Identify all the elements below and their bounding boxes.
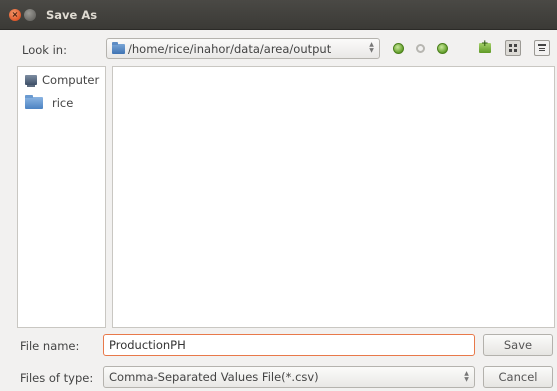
new-folder-button[interactable]: [476, 39, 494, 57]
sidebar-item-label: rice: [52, 96, 74, 110]
folder-icon: [112, 41, 125, 54]
close-icon: ×: [11, 10, 19, 19]
look-in-label: Look in:: [22, 43, 67, 57]
file-list-view[interactable]: [112, 66, 555, 328]
sidebar-item-rice[interactable]: rice: [25, 95, 74, 110]
parent-directory-icon: [436, 42, 448, 54]
places-sidebar: Computer rice: [17, 66, 106, 328]
new-folder-icon: [479, 39, 491, 53]
files-of-type-label: Files of type:: [20, 371, 94, 385]
forward-button[interactable]: [411, 39, 429, 57]
parent-directory-button[interactable]: [433, 39, 451, 57]
sidebar-item-computer[interactable]: Computer: [25, 73, 99, 87]
sidebar-item-label: Computer: [42, 73, 100, 87]
computer-icon: [25, 75, 37, 87]
back-icon: [392, 42, 404, 54]
detail-view-icon: [534, 40, 550, 56]
list-view-icon: [505, 40, 521, 56]
minimize-window-button[interactable]: [24, 9, 36, 21]
close-window-button[interactable]: ×: [9, 9, 21, 21]
cancel-button[interactable]: Cancel: [483, 366, 553, 388]
files-of-type-value: Comma-Separated Values File(*.csv): [109, 370, 319, 384]
file-name-input[interactable]: [103, 334, 475, 356]
file-name-label: File name:: [20, 339, 80, 353]
forward-icon: [415, 43, 425, 53]
window-title: Save As: [46, 8, 98, 22]
combobox-arrows-icon: ▲ ▼: [464, 370, 469, 383]
back-button[interactable]: [389, 39, 407, 57]
list-view-button[interactable]: [504, 39, 522, 57]
save-button[interactable]: Save: [483, 334, 553, 356]
combobox-arrows-icon: ▲ ▼: [369, 41, 374, 54]
look-in-combobox[interactable]: /home/rice/inahor/data/area/output ▲ ▼: [106, 38, 380, 59]
current-path: /home/rice/inahor/data/area/output: [128, 41, 332, 56]
home-folder-icon: [25, 95, 43, 109]
files-of-type-combobox[interactable]: Comma-Separated Values File(*.csv) ▲ ▼: [103, 366, 475, 388]
detail-view-button[interactable]: [533, 39, 551, 57]
title-bar: × Save As: [0, 0, 557, 30]
